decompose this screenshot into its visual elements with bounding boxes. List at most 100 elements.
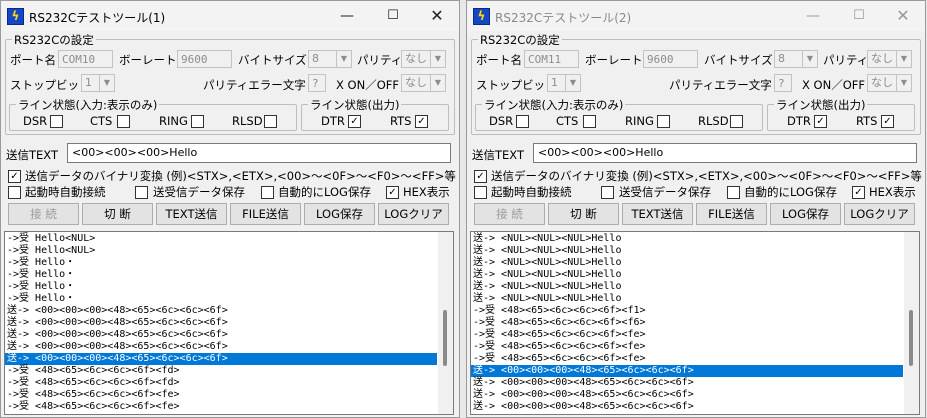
chevron-down-icon[interactable]: ▼ bbox=[430, 75, 445, 91]
rts-checkbox[interactable]: ✓ bbox=[881, 115, 894, 128]
chevron-down-icon[interactable]: ▼ bbox=[896, 51, 911, 67]
chevron-down-icon[interactable]: ▼ bbox=[802, 51, 817, 67]
save-data-checkbox[interactable] bbox=[601, 186, 614, 199]
log-save-button[interactable]: LOG保存 bbox=[770, 203, 841, 225]
hex-display-checkbox[interactable]: ✓ bbox=[386, 186, 399, 199]
file-send-button[interactable]: FILE送信 bbox=[696, 203, 767, 225]
log-row[interactable]: 送-> <00><00><00><48><65><6c><6c><6f> bbox=[473, 389, 903, 401]
cts-checkbox[interactable] bbox=[117, 115, 130, 128]
log-clear-button[interactable]: LOGクリア bbox=[844, 203, 915, 225]
port-name-field[interactable]: COM11 bbox=[524, 50, 579, 68]
log-row[interactable]: ->受 <48><65><6c><6c><6f><fd> bbox=[7, 377, 437, 389]
log-row[interactable]: ->受 <48><65><6c><6c><6f><fd> bbox=[7, 365, 437, 377]
auto-connect-checkbox[interactable] bbox=[8, 186, 21, 199]
chevron-down-icon[interactable]: ▼ bbox=[565, 75, 580, 91]
dtr-checkbox[interactable]: ✓ bbox=[814, 115, 827, 128]
log-list[interactable]: ->受 Hello<NUL> ->受 Hello<NUL> ->受 Hello・ ->… bbox=[4, 231, 454, 415]
parity-select[interactable]: なし ▼ bbox=[401, 50, 446, 68]
log-row[interactable]: 送-> <NUL><NUL><NUL>Hello bbox=[473, 233, 903, 245]
rlsd-checkbox[interactable] bbox=[264, 115, 277, 128]
baud-rate-field[interactable]: 9600 bbox=[177, 50, 232, 68]
parity-error-char-field[interactable]: ? bbox=[308, 74, 326, 92]
chevron-down-icon[interactable]: ▼ bbox=[336, 51, 351, 67]
binary-convert-checkbox[interactable]: ✓ bbox=[8, 170, 21, 183]
rlsd-checkbox[interactable] bbox=[730, 115, 743, 128]
dtr-checkbox[interactable]: ✓ bbox=[348, 115, 361, 128]
parity-error-char-field[interactable]: ? bbox=[774, 74, 792, 92]
xonxoff-select[interactable]: なし ▼ bbox=[867, 74, 912, 92]
log-row[interactable]: 送-> <NUL><NUL><NUL>Hello bbox=[473, 293, 903, 305]
log-row[interactable]: ->受 Hello・ bbox=[7, 281, 437, 293]
log-row[interactable]: 送-> <00><00><00><48><65><6c><6c><6f> bbox=[473, 401, 903, 413]
log-row[interactable]: 送-> <00><00><00><48><65><6c><6c><6f> bbox=[7, 305, 437, 317]
cts-checkbox[interactable] bbox=[583, 115, 596, 128]
file-send-button[interactable]: FILE送信 bbox=[230, 203, 301, 225]
log-row[interactable]: ->受 <48><65><6c><6c><6f><fe> bbox=[7, 389, 437, 401]
stop-bit-select[interactable]: 1 ▼ bbox=[81, 74, 115, 92]
log-row[interactable]: ->受 <48><65><6c><6c><6f><fe> bbox=[7, 401, 437, 413]
connect-button[interactable]: 接 続 bbox=[474, 203, 545, 225]
auto-log-save-checkbox[interactable] bbox=[727, 186, 740, 199]
chevron-down-icon[interactable]: ▼ bbox=[430, 51, 445, 67]
text-send-button[interactable]: TEXT送信 bbox=[622, 203, 693, 225]
title-bar[interactable]: ϟ RS232Cテストツール(1) — ☐ ✕ bbox=[1, 1, 459, 31]
log-clear-button[interactable]: LOGクリア bbox=[378, 203, 449, 225]
dsr-checkbox[interactable] bbox=[50, 115, 63, 128]
title-bar[interactable]: ϟ RS232Cテストツール(2) — ☐ ✕ bbox=[467, 1, 925, 31]
auto-connect-checkbox[interactable] bbox=[474, 186, 487, 199]
auto-log-save-checkbox[interactable] bbox=[261, 186, 274, 199]
log-row[interactable]: 送-> <NUL><NUL><NUL>Hello bbox=[473, 257, 903, 269]
chevron-down-icon[interactable]: ▼ bbox=[896, 75, 911, 91]
maximize-icon[interactable]: ☐ bbox=[837, 1, 881, 31]
disconnect-button[interactable]: 切 断 bbox=[82, 203, 153, 225]
byte-size-select[interactable]: 8 ▼ bbox=[774, 50, 818, 68]
log-row[interactable]: 送-> <00><00><00><48><65><6c><6c><6f> bbox=[7, 341, 437, 353]
hex-display-checkbox[interactable]: ✓ bbox=[852, 186, 865, 199]
log-row[interactable]: 送-> <00><00><00><48><65><6c><6c><6f> bbox=[5, 353, 437, 365]
log-row[interactable]: ->受 Hello・ bbox=[7, 269, 437, 281]
log-row[interactable]: 送-> <00><00><00><48><65><6c><6c><6f> bbox=[471, 365, 903, 377]
log-row[interactable]: 送-> <00><00><00><48><65><6c><6c><6f> bbox=[7, 329, 437, 341]
log-scrollbar[interactable] bbox=[438, 232, 453, 414]
log-row[interactable]: 送-> <00><00><00><48><65><6c><6c><6f> bbox=[473, 377, 903, 389]
close-icon[interactable]: ✕ bbox=[881, 1, 925, 31]
close-icon[interactable]: ✕ bbox=[415, 1, 459, 31]
parity-select[interactable]: なし ▼ bbox=[867, 50, 912, 68]
log-row[interactable]: ->受 <48><65><6c><6c><6f><fe> bbox=[473, 329, 903, 341]
log-row[interactable]: 送-> <00><00><00><48><65><6c><6c><6f> bbox=[7, 317, 437, 329]
disconnect-button[interactable]: 切 断 bbox=[548, 203, 619, 225]
log-row[interactable]: ->受 Hello・ bbox=[7, 257, 437, 269]
byte-size-select[interactable]: 8 ▼ bbox=[308, 50, 352, 68]
stop-bit-select[interactable]: 1 ▼ bbox=[547, 74, 581, 92]
log-scrollbar[interactable] bbox=[904, 232, 919, 414]
maximize-icon[interactable]: ☐ bbox=[371, 1, 415, 31]
ring-checkbox[interactable] bbox=[191, 115, 204, 128]
log-row[interactable]: ->受 <48><65><6c><6c><6f><f6> bbox=[473, 317, 903, 329]
rts-checkbox[interactable]: ✓ bbox=[415, 115, 428, 128]
text-send-button[interactable]: TEXT送信 bbox=[156, 203, 227, 225]
ring-checkbox[interactable] bbox=[657, 115, 670, 128]
log-row[interactable]: ->受 Hello<NUL> bbox=[7, 233, 437, 245]
log-row[interactable]: ->受 Hello・ bbox=[7, 293, 437, 305]
log-row[interactable]: 送-> <NUL><NUL><NUL>Hello bbox=[473, 269, 903, 281]
connect-button[interactable]: 接 続 bbox=[8, 203, 79, 225]
log-row[interactable]: 送-> <NUL><NUL><NUL>Hello bbox=[473, 245, 903, 257]
baud-rate-field[interactable]: 9600 bbox=[643, 50, 698, 68]
send-text-input[interactable]: <00><00><00>Hello bbox=[67, 143, 451, 163]
binary-convert-checkbox[interactable]: ✓ bbox=[474, 170, 487, 183]
log-row[interactable]: 送-> <NUL><NUL><NUL>Hello bbox=[473, 281, 903, 293]
log-save-button[interactable]: LOG保存 bbox=[304, 203, 375, 225]
port-name-field[interactable]: COM10 bbox=[58, 50, 113, 68]
minimize-icon[interactable]: — bbox=[325, 1, 369, 31]
log-row[interactable]: ->受 <48><65><6c><6c><6f><fe> bbox=[473, 353, 903, 365]
xonxoff-select[interactable]: なし ▼ bbox=[401, 74, 446, 92]
save-data-checkbox[interactable] bbox=[135, 186, 148, 199]
log-row[interactable]: ->受 <48><65><6c><6c><6f><fe> bbox=[473, 341, 903, 353]
scrollbar-thumb[interactable] bbox=[909, 310, 913, 366]
dsr-checkbox[interactable] bbox=[516, 115, 529, 128]
send-text-input[interactable]: <00><00><00>Hello bbox=[533, 143, 917, 163]
minimize-icon[interactable]: — bbox=[791, 1, 835, 31]
log-row[interactable]: ->受 <48><65><6c><6c><6f><f1> bbox=[473, 305, 903, 317]
log-list[interactable]: 送-> <NUL><NUL><NUL>Hello 送-> <NUL><NUL><N… bbox=[470, 231, 920, 415]
scrollbar-thumb[interactable] bbox=[443, 310, 447, 366]
